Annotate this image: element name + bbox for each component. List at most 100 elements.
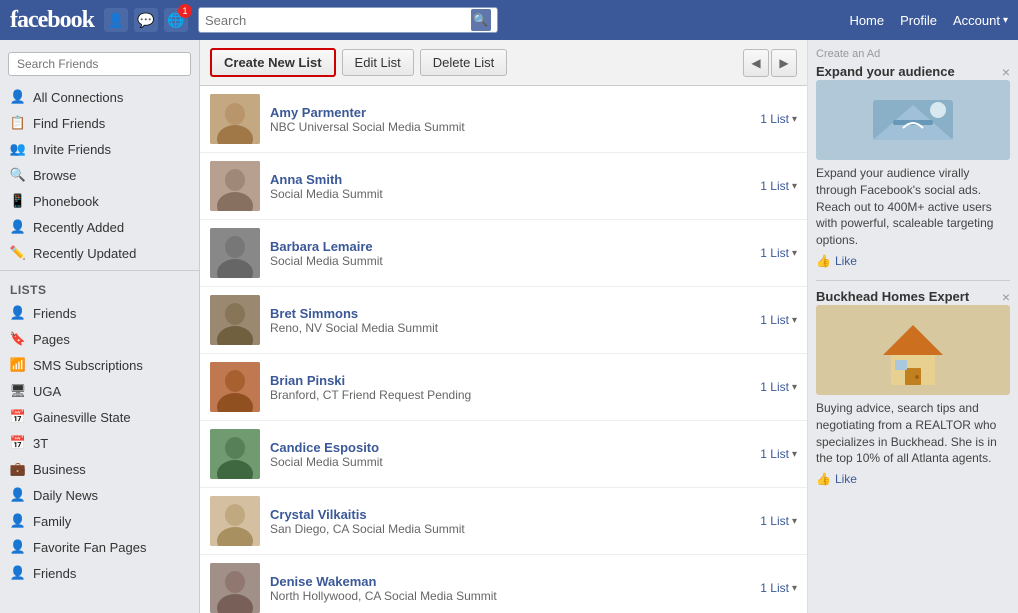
list-arrow-icon: ▾	[792, 114, 797, 125]
sidebar-item-invite-friends[interactable]: 👥 Invite Friends	[0, 136, 199, 162]
sidebar-item-uga[interactable]: 🖥 UGA	[0, 378, 199, 404]
messages-icon[interactable]: 💬	[134, 8, 158, 32]
list-count: 1 List	[760, 313, 789, 327]
sidebar-item-pages[interactable]: 🔖 Pages	[0, 326, 199, 352]
search-input[interactable]	[205, 13, 471, 28]
ad-image	[816, 80, 1010, 160]
friend-list-button[interactable]: 1 List ▾	[760, 246, 797, 260]
edit-list-button[interactable]: Edit List	[342, 49, 414, 76]
friend-sub: Branford, CT Friend Request Pending	[270, 388, 750, 402]
daily-news-label: Daily News	[33, 488, 98, 503]
friends-toolbar: Create New List Edit List Delete List ◀ …	[200, 40, 807, 86]
ad-text: Expand your audience virally through Fac…	[816, 165, 1010, 249]
sidebar-item-3t[interactable]: 📅 3T	[0, 430, 199, 456]
uga-icon: 🖥	[10, 383, 26, 399]
sidebar-item-sms-subscriptions[interactable]: 📶 SMS Subscriptions	[0, 352, 199, 378]
lists-section-label: Lists	[0, 275, 199, 300]
create-new-list-button[interactable]: Create New List	[210, 48, 336, 77]
find-friends-label: Find Friends	[33, 116, 105, 131]
friend-list-button[interactable]: 1 List ▾	[760, 514, 797, 528]
avatar	[210, 94, 260, 144]
friend-info: Barbara Lemaire Social Media Summit	[270, 239, 750, 268]
sidebar-item-favorite-fan-pages[interactable]: 👤 Favorite Fan Pages	[0, 534, 199, 560]
avatar	[210, 161, 260, 211]
friends2-label: Friends	[33, 566, 76, 581]
table-row[interactable]: Crystal Vilkaitis San Diego, CA Social M…	[200, 488, 807, 555]
table-row[interactable]: Brian Pinski Branford, CT Friend Request…	[200, 354, 807, 421]
list-count: 1 List	[760, 514, 789, 528]
friend-list-button[interactable]: 1 List ▾	[760, 581, 797, 595]
pages-icon: 🔖	[10, 331, 26, 347]
friends-list: Amy Parmenter NBC Universal Social Media…	[200, 86, 807, 613]
table-row[interactable]: Barbara Lemaire Social Media Summit 1 Li…	[200, 220, 807, 287]
list-arrow-icon: ▾	[792, 382, 797, 393]
friends-search[interactable]	[8, 52, 191, 76]
account-menu[interactable]: Account ▾	[953, 13, 1008, 28]
friend-info: Candice Esposito Social Media Summit	[270, 440, 750, 469]
table-row[interactable]: Denise Wakeman North Hollywood, CA Socia…	[200, 555, 807, 613]
friend-name: Bret Simmons	[270, 306, 750, 321]
list-count: 1 List	[760, 179, 789, 193]
friend-list-button[interactable]: 1 List ▾	[760, 380, 797, 394]
sidebar-item-family[interactable]: 👤 Family	[0, 508, 199, 534]
friend-list-button[interactable]: 1 List ▾	[760, 179, 797, 193]
friend-list-button[interactable]: 1 List ▾	[760, 112, 797, 126]
sidebar-item-browse[interactable]: 🔍 Browse	[0, 162, 199, 188]
uga-label: UGA	[33, 384, 61, 399]
table-row[interactable]: Candice Esposito Social Media Summit 1 L…	[200, 421, 807, 488]
table-row[interactable]: Bret Simmons Reno, NV Social Media Summi…	[200, 287, 807, 354]
friend-sub: North Hollywood, CA Social Media Summit	[270, 589, 750, 603]
home-link[interactable]: Home	[849, 13, 884, 28]
friend-name: Crystal Vilkaitis	[270, 507, 750, 522]
right-sidebar: Create an Ad × Expand your audience Expa…	[808, 40, 1018, 613]
sidebar-item-recently-added[interactable]: 👤 Recently Added	[0, 214, 199, 240]
ad-close-button-2[interactable]: ×	[1002, 289, 1010, 305]
ad-like-button[interactable]: 👍 Like	[816, 254, 1010, 268]
sidebar-divider	[0, 270, 199, 271]
friend-list-button[interactable]: 1 List ▾	[760, 313, 797, 327]
ad-section-2: × Buckhead Homes Expert Buying advice, s…	[816, 289, 1010, 486]
ad-label: Create an Ad	[816, 48, 1010, 60]
sidebar-item-phonebook[interactable]: 📱 Phonebook	[0, 188, 199, 214]
search-submit-button[interactable]: 🔍	[471, 9, 491, 31]
list-arrow-icon: ▾	[792, 315, 797, 326]
browse-icon: 🔍	[10, 167, 26, 183]
ad-close-button[interactable]: ×	[1002, 64, 1010, 80]
table-row[interactable]: Amy Parmenter NBC Universal Social Media…	[200, 86, 807, 153]
invite-friends-label: Invite Friends	[33, 142, 111, 157]
profile-link[interactable]: Profile	[900, 13, 937, 28]
friend-sub: Reno, NV Social Media Summit	[270, 321, 750, 335]
find-friends-icon: 📋	[10, 115, 26, 131]
sidebar-item-recently-updated[interactable]: ✏️ Recently Updated	[0, 240, 199, 266]
sidebar-item-all-connections[interactable]: 👤 All Connections	[0, 84, 199, 110]
globe-icon[interactable]: 🌐 1	[164, 8, 188, 32]
delete-list-button[interactable]: Delete List	[420, 49, 507, 76]
list-count: 1 List	[760, 246, 789, 260]
nav-links: Home Profile Account ▾	[849, 13, 1008, 28]
friend-list-button[interactable]: 1 List ▾	[760, 447, 797, 461]
sidebar-item-business[interactable]: 💼 Business	[0, 456, 199, 482]
table-row[interactable]: Anna Smith Social Media Summit 1 List ▾	[200, 153, 807, 220]
friend-info: Bret Simmons Reno, NV Social Media Summi…	[270, 306, 750, 335]
sidebar-item-daily-news[interactable]: 👤 Daily News	[0, 482, 199, 508]
business-label: Business	[33, 462, 86, 477]
favorite-fan-pages-icon: 👤	[10, 539, 26, 555]
sidebar-item-gainesville-state[interactable]: 📅 Gainesville State	[0, 404, 199, 430]
list-count: 1 List	[760, 581, 789, 595]
like-label: Like	[835, 254, 857, 268]
ad-image-2	[816, 305, 1010, 395]
sidebar-item-friends[interactable]: 👤 Friends	[0, 300, 199, 326]
friends-icon[interactable]: 👤	[104, 8, 128, 32]
friend-sub: Social Media Summit	[270, 455, 750, 469]
nav-prev-button[interactable]: ◀	[743, 49, 769, 77]
sidebar-item-find-friends[interactable]: 📋 Find Friends	[0, 110, 199, 136]
search-friends-input[interactable]	[8, 52, 191, 76]
nav-next-button[interactable]: ▶	[771, 49, 797, 77]
ad-like-button-2[interactable]: 👍 Like	[816, 472, 1010, 486]
friends2-icon: 👤	[10, 565, 26, 581]
search-bar[interactable]: 🔍	[198, 7, 498, 33]
friend-name: Denise Wakeman	[270, 574, 750, 589]
like-label-2: Like	[835, 472, 857, 486]
sidebar-item-friends-2[interactable]: 👤 Friends	[0, 560, 199, 586]
3t-label: 3T	[33, 436, 48, 451]
